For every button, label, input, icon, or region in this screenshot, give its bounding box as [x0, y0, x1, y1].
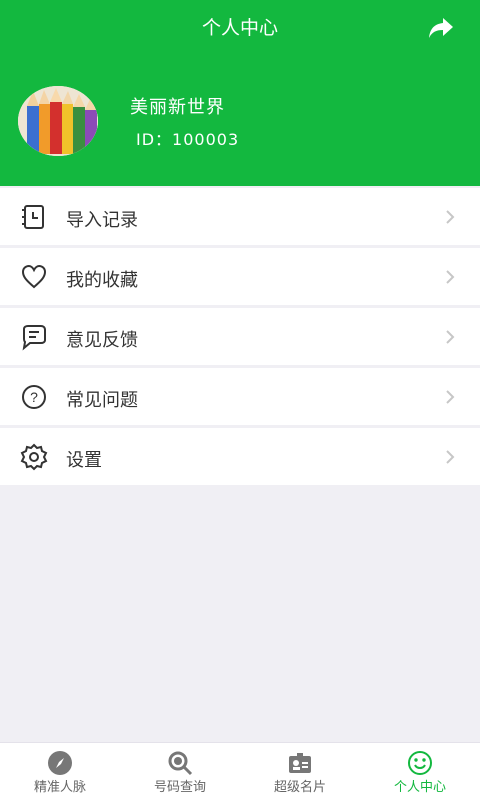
share-icon[interactable] [426, 14, 456, 42]
tab-personal-center[interactable]: 个人中心 [360, 743, 480, 800]
menu-label: 我的收藏 [66, 270, 138, 291]
tab-label: 个人中心 [393, 780, 446, 795]
bottom-navigation: 精准人脉 号码查询 超级名片 个人中心 [0, 742, 480, 800]
chevron-right-icon [446, 270, 455, 284]
chevron-right-icon [446, 390, 455, 404]
smile-icon [408, 751, 432, 775]
tab-label: 号码查询 [153, 780, 206, 795]
tab-precise-contacts[interactable]: 精准人脉 [0, 743, 120, 800]
menu-label: 设置 [66, 450, 102, 471]
avatar[interactable] [18, 86, 98, 156]
menu-item-feedback[interactable]: 意见反馈 [0, 308, 480, 365]
comment-icon [22, 325, 46, 351]
tab-label: 精准人脉 [33, 780, 86, 795]
gear-icon [20, 443, 48, 471]
page-title: 个人中心 [201, 17, 278, 39]
profile-header: 个人中心 美丽新世界 ID：100003 [0, 0, 480, 186]
heart-icon [21, 264, 47, 289]
profile-id: ID：100003 [136, 130, 240, 149]
menu-item-faq[interactable]: ? 常见问题 [0, 368, 480, 425]
tab-number-search[interactable]: 号码查询 [120, 743, 240, 800]
compass-icon [48, 751, 72, 775]
menu-item-favorites[interactable]: 我的收藏 [0, 248, 480, 305]
menu-item-settings[interactable]: 设置 [0, 428, 480, 485]
profile-menu: 导入记录 我的收藏 意见反馈 ? 常见问题 设置 [0, 188, 480, 488]
svg-text:?: ? [30, 389, 38, 405]
menu-item-import-records[interactable]: 导入记录 [0, 188, 480, 245]
chevron-right-icon [446, 330, 455, 344]
search-icon [168, 751, 193, 776]
tab-super-card[interactable]: 超级名片 [240, 743, 360, 800]
chevron-right-icon [446, 210, 455, 224]
tab-label: 超级名片 [273, 780, 326, 795]
chevron-right-icon [446, 450, 455, 464]
calendar-notebook-icon [22, 205, 44, 229]
pencils-avatar-image [18, 86, 98, 156]
menu-label: 意见反馈 [66, 330, 138, 351]
question-icon: ? [22, 385, 46, 409]
contact-card-icon [289, 753, 311, 773]
profile-name: 美丽新世界 [130, 97, 225, 118]
menu-label: 常见问题 [66, 390, 138, 411]
menu-label: 导入记录 [66, 210, 138, 231]
